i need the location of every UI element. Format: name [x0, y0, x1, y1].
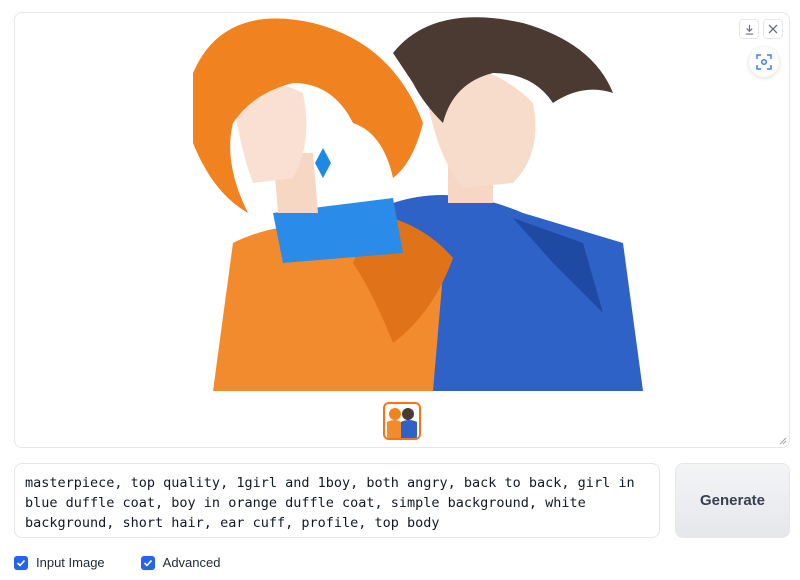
input-image-checkbox[interactable]: Input Image: [14, 555, 105, 570]
thumbnail-selected[interactable]: [383, 402, 421, 440]
input-image-label: Input Image: [36, 555, 105, 570]
generated-image: [193, 17, 643, 391]
advanced-checkbox[interactable]: Advanced: [140, 555, 221, 570]
resize-handle[interactable]: [777, 435, 787, 445]
thumbnail-image: [385, 404, 419, 438]
close-button[interactable]: [763, 19, 783, 39]
focus-frame-icon: [756, 54, 772, 70]
download-button[interactable]: [739, 19, 759, 39]
download-icon: [745, 24, 753, 35]
checkbox-checked-icon: [140, 555, 155, 570]
checkbox-checked-icon: [14, 555, 28, 570]
fullscreen-button[interactable]: [749, 47, 779, 77]
close-icon: [768, 24, 778, 34]
generate-button[interactable]: Generate: [675, 463, 790, 538]
prompt-input[interactable]: [14, 463, 660, 538]
image-gallery: [14, 12, 790, 448]
advanced-label: Advanced: [162, 555, 221, 570]
